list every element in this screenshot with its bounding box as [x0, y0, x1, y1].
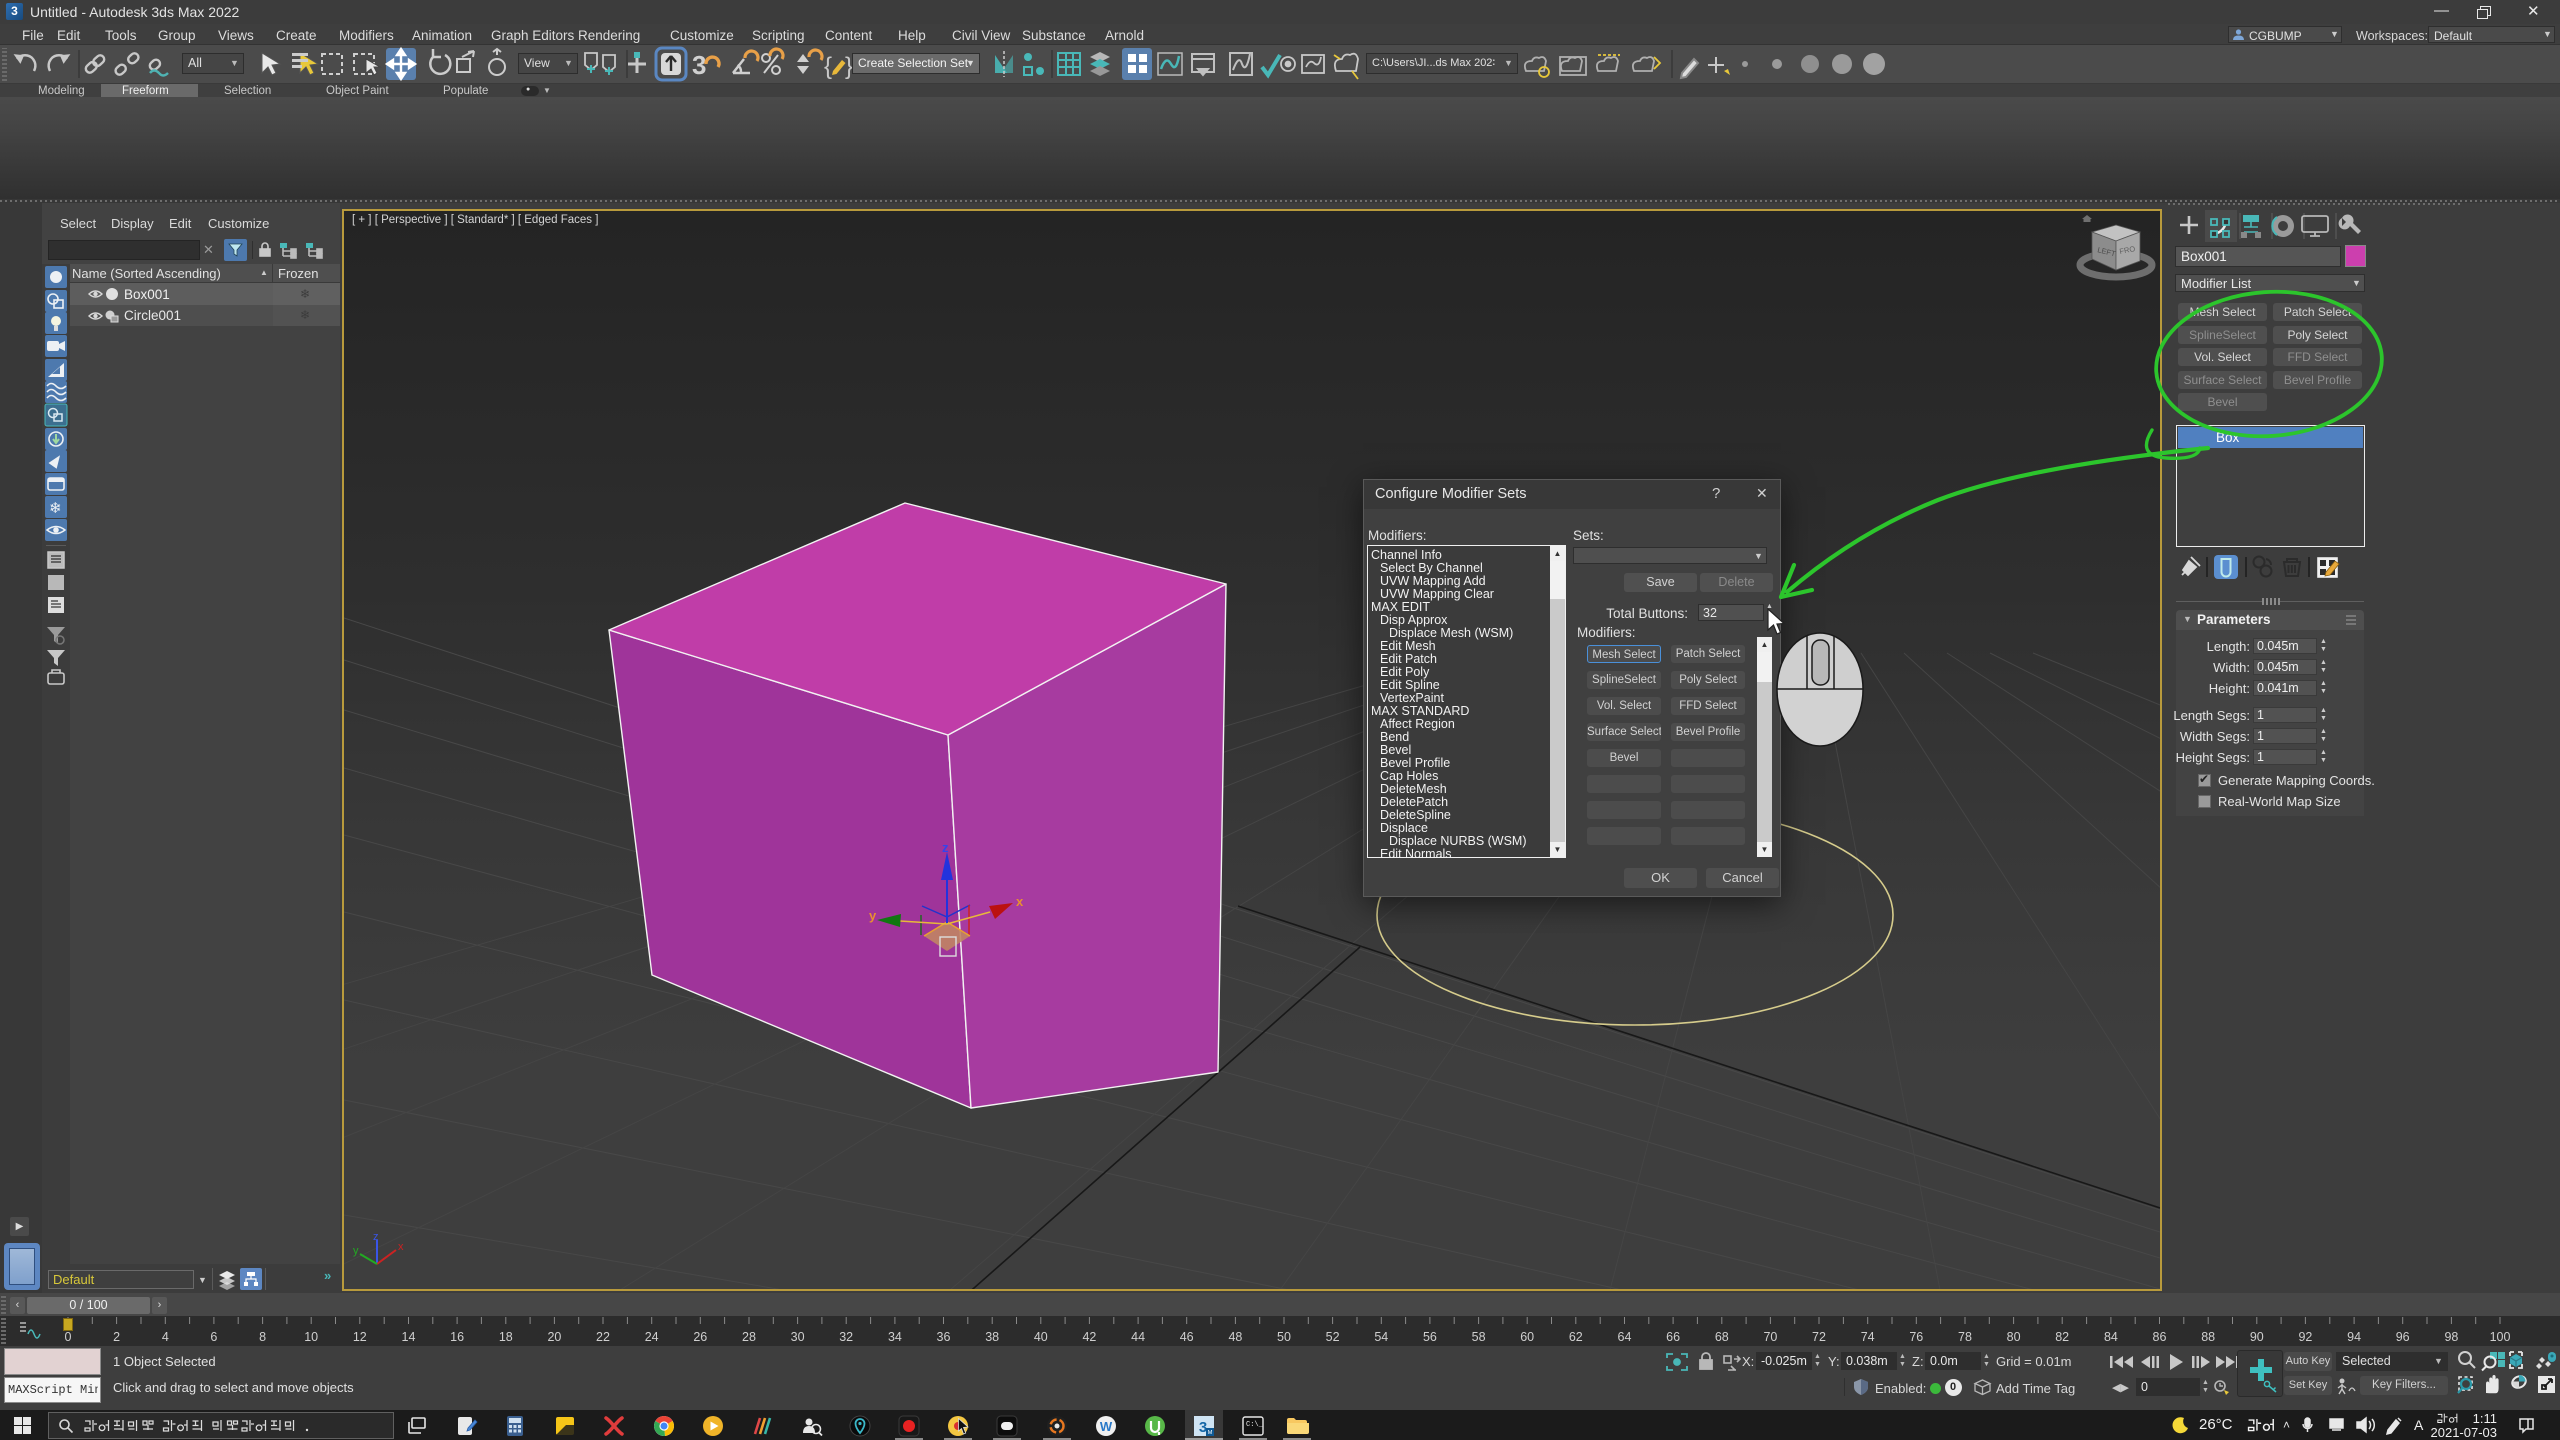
svg-text:C:\_: C:\_: [1246, 1421, 1264, 1429]
svg-text:44: 44: [1131, 1330, 1145, 1344]
svg-text:28: 28: [742, 1330, 756, 1344]
svg-text:4: 4: [162, 1330, 169, 1344]
svg-text:68: 68: [1715, 1330, 1729, 1344]
svg-text:50: 50: [1277, 1330, 1291, 1344]
svg-text:80: 80: [2007, 1330, 2021, 1344]
svg-text:10: 10: [304, 1330, 318, 1344]
svg-text:W: W: [1100, 1419, 1113, 1434]
svg-text:0: 0: [65, 1330, 72, 1344]
svg-text:48: 48: [1228, 1330, 1242, 1344]
svg-text:90: 90: [2250, 1330, 2264, 1344]
svg-text:22: 22: [596, 1330, 610, 1344]
svg-text:60: 60: [1520, 1330, 1534, 1344]
svg-text:100: 100: [2490, 1330, 2511, 1344]
svg-text:34: 34: [888, 1330, 902, 1344]
svg-text:66: 66: [1666, 1330, 1680, 1344]
svg-text:16: 16: [450, 1330, 464, 1344]
svg-text:94: 94: [2347, 1330, 2361, 1344]
svg-text:58: 58: [1472, 1330, 1486, 1344]
svg-text:92: 92: [2298, 1330, 2312, 1344]
svg-text:84: 84: [2104, 1330, 2118, 1344]
svg-text:36: 36: [937, 1330, 951, 1344]
svg-text:40: 40: [1034, 1330, 1048, 1344]
svg-text:64: 64: [1618, 1330, 1632, 1344]
svg-text:14: 14: [402, 1330, 416, 1344]
svg-text:96: 96: [2396, 1330, 2410, 1344]
svg-text:32: 32: [839, 1330, 853, 1344]
svg-text:38: 38: [985, 1330, 999, 1344]
svg-text:M: M: [1208, 1430, 1213, 1436]
svg-text:54: 54: [1374, 1330, 1388, 1344]
svg-text:78: 78: [1958, 1330, 1972, 1344]
svg-text:62: 62: [1569, 1330, 1583, 1344]
svg-text:98: 98: [2444, 1330, 2458, 1344]
svg-text:46: 46: [1180, 1330, 1194, 1344]
svg-text:30: 30: [791, 1330, 805, 1344]
svg-text:52: 52: [1326, 1330, 1340, 1344]
svg-text:56: 56: [1423, 1330, 1437, 1344]
svg-text:6: 6: [210, 1330, 217, 1344]
svg-text:86: 86: [2153, 1330, 2167, 1344]
svg-text:76: 76: [1909, 1330, 1923, 1344]
svg-text:3: 3: [1199, 1419, 1207, 1436]
svg-text:18: 18: [499, 1330, 513, 1344]
svg-text:12: 12: [353, 1330, 367, 1344]
svg-text:88: 88: [2201, 1330, 2215, 1344]
svg-text:70: 70: [1763, 1330, 1777, 1344]
svg-text:72: 72: [1812, 1330, 1826, 1344]
svg-text:74: 74: [1861, 1330, 1875, 1344]
svg-text:26: 26: [693, 1330, 707, 1344]
svg-text:82: 82: [2055, 1330, 2069, 1344]
svg-text:2: 2: [113, 1330, 120, 1344]
svg-text:A: A: [2414, 1417, 2424, 1433]
svg-text:42: 42: [1082, 1330, 1096, 1344]
svg-text:8: 8: [259, 1330, 266, 1344]
svg-text:20: 20: [547, 1330, 561, 1344]
svg-text:24: 24: [645, 1330, 659, 1344]
